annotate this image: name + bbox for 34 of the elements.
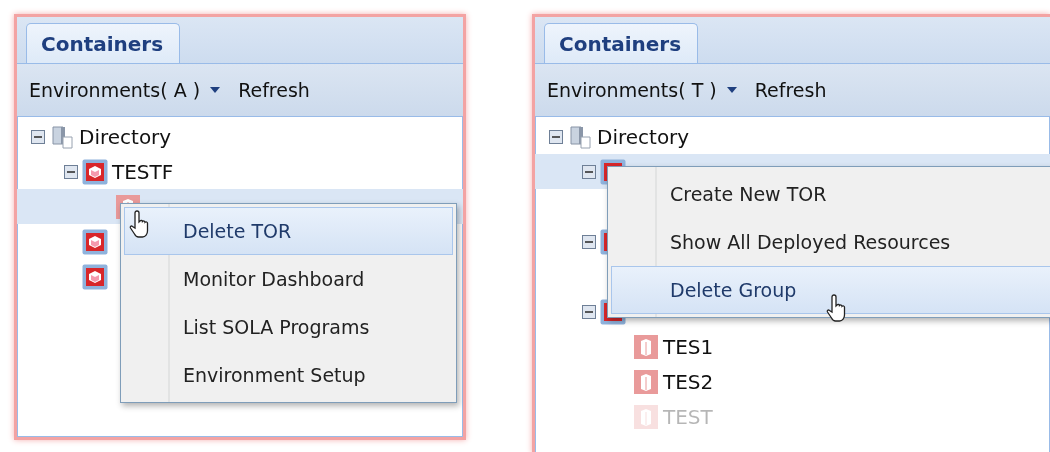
containers-tab[interactable]: Containers (544, 23, 699, 63)
tree-item[interactable]: Directory (597, 124, 690, 149)
database-icon (567, 123, 593, 150)
caret-icon (726, 87, 737, 93)
collapse-icon[interactable] (549, 129, 563, 144)
tree-item[interactable]: Directory (79, 124, 172, 149)
database-icon (49, 123, 75, 150)
menu-item[interactable]: Create New TOR (611, 170, 1050, 218)
menu-item[interactable]: Environment Setup (124, 351, 453, 399)
refresh-button[interactable]: Refresh (752, 77, 829, 103)
book-icon (633, 403, 659, 430)
menu-item[interactable]: Delete TOR (124, 207, 453, 255)
collapse-icon[interactable] (64, 164, 78, 179)
containers-tab[interactable]: Containers (26, 23, 181, 63)
tree-item[interactable]: TES2 (663, 369, 714, 394)
menu-item[interactable]: List SOLA Programs (124, 303, 453, 351)
environments-dropdown[interactable]: Environments( T ) (545, 77, 739, 103)
refresh-button[interactable]: Refresh (236, 77, 312, 103)
tree-item[interactable]: TESTF (112, 159, 174, 184)
menu-item[interactable]: Show All Deployed Resources (611, 218, 1050, 266)
environments-dropdown[interactable]: Environments( A ) (27, 77, 223, 103)
cube-icon (82, 158, 108, 185)
caret-icon (210, 87, 221, 93)
cube-icon (82, 263, 108, 290)
book-icon (633, 333, 659, 360)
collapse-icon[interactable] (31, 129, 45, 144)
collapse-icon[interactable] (582, 304, 596, 319)
menu-item[interactable]: Delete Group (611, 266, 1050, 314)
collapse-icon[interactable] (582, 164, 596, 179)
tree-item[interactable]: TES1 (663, 334, 714, 359)
book-icon (633, 368, 659, 395)
cube-icon (82, 228, 108, 255)
collapse-icon[interactable] (582, 234, 596, 249)
menu-item[interactable]: Monitor Dashboard (124, 255, 453, 303)
